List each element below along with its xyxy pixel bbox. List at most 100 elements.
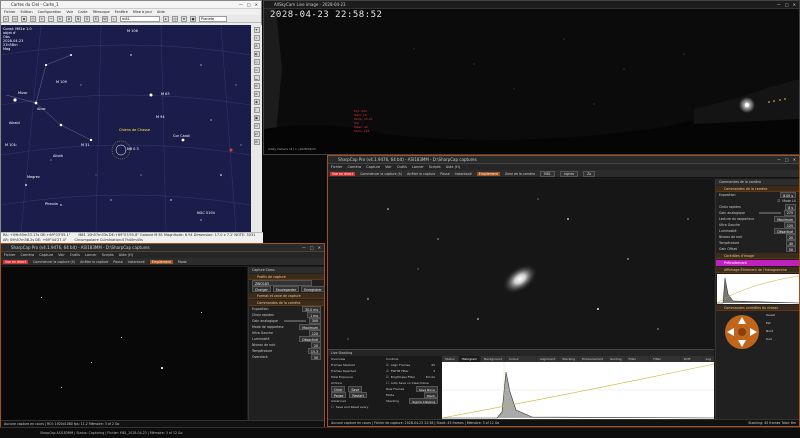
photo-icon[interactable]: ▣ xyxy=(253,115,260,121)
panel-tab[interactable]: Capture Cams xyxy=(249,267,324,273)
nebula-icon[interactable]: ◇ xyxy=(253,59,260,65)
menu-item[interactable]: Configuration xyxy=(38,9,62,15)
grid-icon[interactable]: # xyxy=(66,15,72,22)
save-profile-button[interactable]: Sauvegarder xyxy=(272,286,300,292)
ground-icon[interactable]: ▁ xyxy=(253,75,260,81)
zoom-out-icon[interactable]: − xyxy=(48,15,54,22)
menu-item[interactable]: Fichier xyxy=(331,164,342,170)
menu-item[interactable]: Capture xyxy=(366,164,380,170)
section-image-controls[interactable]: Contrôles d'image xyxy=(716,253,799,259)
minimize-icon[interactable]: — xyxy=(777,1,781,8)
pause-button[interactable]: Pause xyxy=(440,172,449,176)
mode-button[interactable]: Mode xyxy=(178,260,187,264)
menu-item[interactable]: Caméra xyxy=(347,164,361,170)
menu-item[interactable]: Scripts xyxy=(429,164,441,170)
start-capture-button[interactable]: Commencer la capture (S) xyxy=(360,172,402,176)
refresh-icon[interactable]: ↻ xyxy=(57,15,63,22)
snapshot-button[interactable]: Instantané xyxy=(455,172,472,176)
section-preprocessing[interactable]: Prétraitement xyxy=(716,260,799,266)
menu-item[interactable]: Lancer xyxy=(412,164,424,170)
menu-item[interactable]: Fichier xyxy=(4,252,15,258)
menu-item[interactable]: Caméra xyxy=(20,252,34,258)
menu-item[interactable]: Capture xyxy=(39,252,53,258)
target-select[interactable]: M81 xyxy=(539,170,555,177)
stop-capture-button[interactable]: Arrêter la capture xyxy=(80,260,108,264)
zoom-select[interactable]: Zo xyxy=(583,170,596,177)
menu-item[interactable]: Aide xyxy=(157,9,165,15)
panel-tab[interactable]: Commandes de la caméra xyxy=(716,179,799,185)
stack-button[interactable]: Empilement xyxy=(149,259,173,264)
menu-item[interactable]: Télescope xyxy=(93,9,110,15)
gain-offset-value[interactable]: 50 xyxy=(785,246,796,252)
histogram-plot[interactable] xyxy=(441,362,715,420)
search-input[interactable]: m81 xyxy=(120,15,160,22)
print-icon[interactable]: ⎙ xyxy=(30,15,36,22)
constellation-icon[interactable]: ✦ xyxy=(253,27,260,33)
minimize-icon[interactable]: — xyxy=(777,156,781,163)
menu-item[interactable]: Voir xyxy=(66,9,73,15)
menu-item[interactable]: Aide (H) xyxy=(446,164,460,170)
checkbox-checked-icon[interactable]: ☑ xyxy=(777,198,780,204)
minimize-icon[interactable]: — xyxy=(302,244,306,251)
lines-select[interactable]: Lignes xyxy=(559,170,579,177)
east-icon[interactable]: E xyxy=(93,15,99,22)
menu-item[interactable]: Lancer xyxy=(85,252,97,258)
close-icon[interactable]: ✕ xyxy=(793,1,796,8)
telescope-icon[interactable]: ◎ xyxy=(172,15,178,22)
checkbox-icon[interactable]: ☐ xyxy=(331,404,334,410)
north-icon[interactable]: N xyxy=(75,15,81,22)
menu-item[interactable]: Edition xyxy=(20,9,32,15)
snapshot-button[interactable]: Instantané xyxy=(128,260,145,264)
menu-item[interactable]: Fenêtre xyxy=(115,9,128,15)
live-view-button[interactable]: Vue en direct xyxy=(3,259,29,264)
planet-icon[interactable]: ● xyxy=(190,15,196,22)
direction-pad-icon[interactable] xyxy=(722,312,762,352)
zoom-in-icon[interactable]: + xyxy=(39,15,45,22)
west-icon[interactable]: W xyxy=(102,15,108,22)
minimize-icon[interactable]: — xyxy=(239,1,243,8)
settings-icon[interactable]: ⚙ xyxy=(253,139,260,145)
menu-item[interactable]: Aide (H) xyxy=(119,252,133,258)
maximize-icon[interactable]: □ xyxy=(310,244,314,251)
menu-item[interactable]: Voir xyxy=(58,252,65,258)
menu-item[interactable]: Outils xyxy=(70,252,80,258)
restart-button[interactable]: Restart xyxy=(349,392,367,398)
maximize-icon[interactable]: □ xyxy=(785,1,789,8)
south-icon[interactable]: S xyxy=(84,15,90,22)
menu-item[interactable]: Fichier xyxy=(4,9,15,15)
search-icon[interactable]: ⌕ xyxy=(111,15,117,22)
record-profile-button[interactable]: Enregistrer xyxy=(301,286,325,292)
gain-slider[interactable] xyxy=(283,320,306,322)
overclock-value[interactable]: 50 xyxy=(310,354,321,360)
pause-button[interactable]: Pause xyxy=(113,260,122,264)
menu-item[interactable]: Voir xyxy=(385,164,392,170)
live-view-button[interactable]: Vue en direct xyxy=(330,171,356,176)
close-icon[interactable]: ✕ xyxy=(793,156,796,163)
section-format-area[interactable]: Format et zone de capture xyxy=(249,293,324,299)
close-icon[interactable]: ✕ xyxy=(255,1,258,8)
stack-button[interactable]: Empilement xyxy=(476,171,500,176)
open-icon[interactable]: ▭ xyxy=(12,15,18,22)
section-histogram-stretch[interactable]: Affichage Étirement de l'histogramme xyxy=(716,267,799,273)
ecliptic-icon[interactable]: ⊘ xyxy=(253,91,260,97)
star-icon[interactable]: ★ xyxy=(181,15,187,22)
label-icon[interactable]: A xyxy=(253,43,260,49)
sky-chart-canvas[interactable]: Const: M81e 1.0 objet d' Obs 2028-04-23 … xyxy=(1,25,251,232)
close-icon[interactable]: ✕ xyxy=(318,244,321,251)
maximize-icon[interactable]: □ xyxy=(247,1,251,8)
maximize-icon[interactable]: □ xyxy=(785,156,789,163)
stretch-histogram[interactable] xyxy=(717,274,799,304)
start-capture-button[interactable]: Commencer la capture (S) xyxy=(33,260,75,264)
save-icon[interactable]: ▪ xyxy=(21,15,27,22)
load-profile-button[interactable]: Charger xyxy=(252,286,271,292)
rotate-icon[interactable]: ↺ xyxy=(253,123,260,129)
stacking-select[interactable]: Sigma Clipping xyxy=(409,398,438,404)
eye-icon[interactable]: ◉ xyxy=(253,99,260,105)
night-icon[interactable]: ☾ xyxy=(253,107,260,113)
new-icon[interactable]: ▫ xyxy=(3,15,9,22)
menu-item[interactable]: Mise à jour xyxy=(133,9,152,15)
menu-item[interactable]: Carte xyxy=(78,9,88,15)
galaxy-icon[interactable]: ◐ xyxy=(253,51,260,57)
boundary-icon[interactable]: ⌗ xyxy=(253,35,260,41)
menu-item[interactable]: Outils xyxy=(397,164,407,170)
